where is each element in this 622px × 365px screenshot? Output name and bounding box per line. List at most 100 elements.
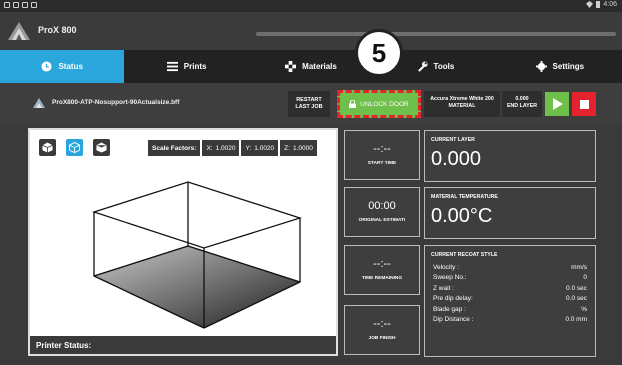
time-remaining-box: --:-- TIME REMAINING bbox=[344, 245, 420, 295]
original-estimate-box: 00:00 ORIGINAL ESTIMATI bbox=[344, 187, 420, 237]
start-print-button[interactable] bbox=[545, 92, 569, 116]
notification-icon bbox=[13, 2, 19, 8]
scale-z-label: Z: bbox=[284, 144, 290, 152]
gear-icon bbox=[535, 61, 547, 72]
notification-icon bbox=[31, 2, 37, 8]
recoat-key: Velocity : bbox=[433, 264, 460, 271]
view-wire-button[interactable] bbox=[66, 139, 83, 156]
app-header: ProX 800 bbox=[0, 12, 622, 50]
job-toolbar: ProX800-ATP-Nosupport-90Actualsize.bff R… bbox=[0, 83, 622, 125]
restart-last-job-button[interactable]: RESTART LAST JOB bbox=[288, 91, 330, 117]
recoat-value: 0.0 sec bbox=[566, 284, 587, 292]
cube-iso-icon bbox=[96, 142, 107, 153]
battery-icon bbox=[596, 1, 601, 8]
recoat-style-panel: CURRENT RECOAT STYLE Velocity : mm/s Swe… bbox=[424, 245, 596, 357]
wrench-icon bbox=[417, 61, 428, 72]
recoat-value: % bbox=[581, 305, 587, 313]
app-screen: 4:06 ProX 800 Status Prints Materials To… bbox=[0, 0, 622, 365]
material-label: MATERIAL bbox=[448, 103, 476, 109]
build-viewer[interactable]: Scale Factors: X: 1.0020 Y: 1.0020 Z: 1.… bbox=[28, 128, 338, 356]
printer-status-bar: Printer Status: bbox=[30, 336, 336, 354]
recoat-row-zwait: Z wait : 0.0 sec bbox=[425, 284, 595, 294]
recoat-value: 0.0 sec bbox=[566, 295, 587, 303]
current-layer-value: 0.000 bbox=[431, 148, 482, 170]
unlock-door-label: UNLOCK DOOR bbox=[360, 100, 409, 108]
material-temperature-value: 0.00°C bbox=[431, 205, 493, 227]
job-finish-label: JOB FINISH bbox=[368, 336, 396, 341]
scale-factors-label: Scale Factors: bbox=[148, 140, 201, 156]
recoat-key: Blade gap : bbox=[433, 305, 466, 313]
material-temperature-label: MATERIAL TEMPERATURE bbox=[431, 194, 498, 200]
main-tabs: Status Prints Materials Tools Settings bbox=[0, 50, 622, 83]
scale-factors: Scale Factors: X: 1.0020 Y: 1.0020 Z: 1.… bbox=[148, 140, 317, 156]
original-estimate-value: 00:00 bbox=[368, 200, 396, 212]
cube-solid-icon bbox=[42, 142, 53, 153]
recoat-row-sweep: Sweep No.: 0 bbox=[425, 273, 595, 283]
notification-icon bbox=[22, 2, 28, 8]
stop-icon bbox=[579, 99, 589, 109]
recoat-row-dipdistance: Dip Distance : 0.0 mm bbox=[425, 315, 595, 325]
printer-logo-icon bbox=[8, 22, 30, 40]
system-status-bar: 4:06 bbox=[0, 0, 622, 12]
current-layer-label: CURRENT LAYER bbox=[431, 137, 475, 143]
part-file-icon bbox=[33, 98, 45, 108]
start-time-label: START TIME bbox=[367, 161, 397, 166]
job-finish-box: --:-- JOB FINISH bbox=[344, 305, 420, 355]
scale-y-label: Y: bbox=[245, 144, 252, 152]
recoat-style-label: CURRENT RECOAT STYLE bbox=[431, 252, 498, 258]
material-temperature-panel: MATERIAL TEMPERATURE 0.00°C bbox=[424, 187, 596, 239]
tab-prints[interactable]: Prints bbox=[124, 50, 248, 83]
recoat-row-predip: Pre dip delay: 0.0 sec bbox=[425, 294, 595, 304]
scale-x-label: X: bbox=[206, 144, 213, 152]
scale-x: X: 1.0020 bbox=[202, 140, 240, 156]
tab-status[interactable]: Status bbox=[0, 50, 125, 83]
start-time-box: --:-- START TIME bbox=[344, 130, 420, 180]
view-reset-button[interactable] bbox=[93, 139, 110, 156]
current-layer-panel: CURRENT LAYER 0.000 bbox=[424, 130, 596, 182]
notification-icons bbox=[4, 2, 37, 8]
recoat-value: 0.0 mm bbox=[565, 315, 587, 323]
tab-settings[interactable]: Settings bbox=[498, 50, 622, 83]
notification-icon bbox=[4, 2, 10, 8]
lock-icon bbox=[349, 100, 357, 108]
scale-z-value: 1.0000 bbox=[292, 144, 313, 152]
job-finish-value: --:-- bbox=[373, 318, 391, 330]
checkerboard-icon bbox=[285, 61, 297, 72]
original-estimate-label: ORIGINAL ESTIMATI bbox=[358, 218, 406, 223]
tab-label: Settings bbox=[552, 62, 585, 71]
app-title: ProX 800 bbox=[38, 25, 77, 35]
recoat-row-velocity: Velocity : mm/s bbox=[425, 263, 595, 273]
material-name: Accura Xtreme White 200 bbox=[430, 96, 494, 102]
job-progress-bar bbox=[256, 32, 616, 36]
end-layer-label: END LAYER bbox=[506, 103, 538, 109]
tab-label: Tools bbox=[433, 62, 455, 71]
scale-y-value: 1.0020 bbox=[254, 144, 275, 152]
job-filename: ProX800-ATP-Nosupport-90Actualsize.bff bbox=[52, 99, 180, 106]
recoat-key: Dip Distance : bbox=[433, 315, 474, 323]
clock: 4:06 bbox=[603, 1, 617, 8]
scale-y: Y: 1.0020 bbox=[241, 140, 279, 156]
start-time-value: --:-- bbox=[373, 143, 391, 155]
clock-icon bbox=[41, 61, 53, 72]
end-layer-value: 0.000 bbox=[515, 96, 529, 102]
end-layer-display[interactable]: 0.000 END LAYER bbox=[502, 91, 542, 117]
play-icon bbox=[552, 98, 563, 110]
tab-label: Materials bbox=[302, 62, 337, 71]
recoat-key: Sweep No.: bbox=[433, 274, 467, 282]
unlock-door-button[interactable]: UNLOCK DOOR bbox=[337, 90, 421, 118]
material-display[interactable]: Accura Xtreme White 200 MATERIAL bbox=[424, 91, 500, 117]
scale-x-value: 1.0020 bbox=[215, 144, 236, 152]
restart-label-line1: RESTART bbox=[296, 97, 322, 103]
scale-z: Z: 1.0000 bbox=[280, 140, 317, 156]
recoat-value: 0 bbox=[583, 274, 587, 282]
stop-print-button[interactable] bbox=[572, 92, 596, 116]
list-icon bbox=[166, 61, 178, 72]
time-remaining-label: TIME REMAINING bbox=[361, 276, 403, 281]
recoat-key: Pre dip delay: bbox=[433, 295, 473, 303]
wifi-icon bbox=[586, 1, 594, 8]
cube-wire-icon bbox=[69, 142, 80, 153]
build-volume-3d bbox=[92, 181, 302, 329]
recoat-key: Z wait : bbox=[433, 284, 454, 292]
view-solid-button[interactable] bbox=[39, 139, 56, 156]
tab-label: Prints bbox=[183, 62, 207, 71]
